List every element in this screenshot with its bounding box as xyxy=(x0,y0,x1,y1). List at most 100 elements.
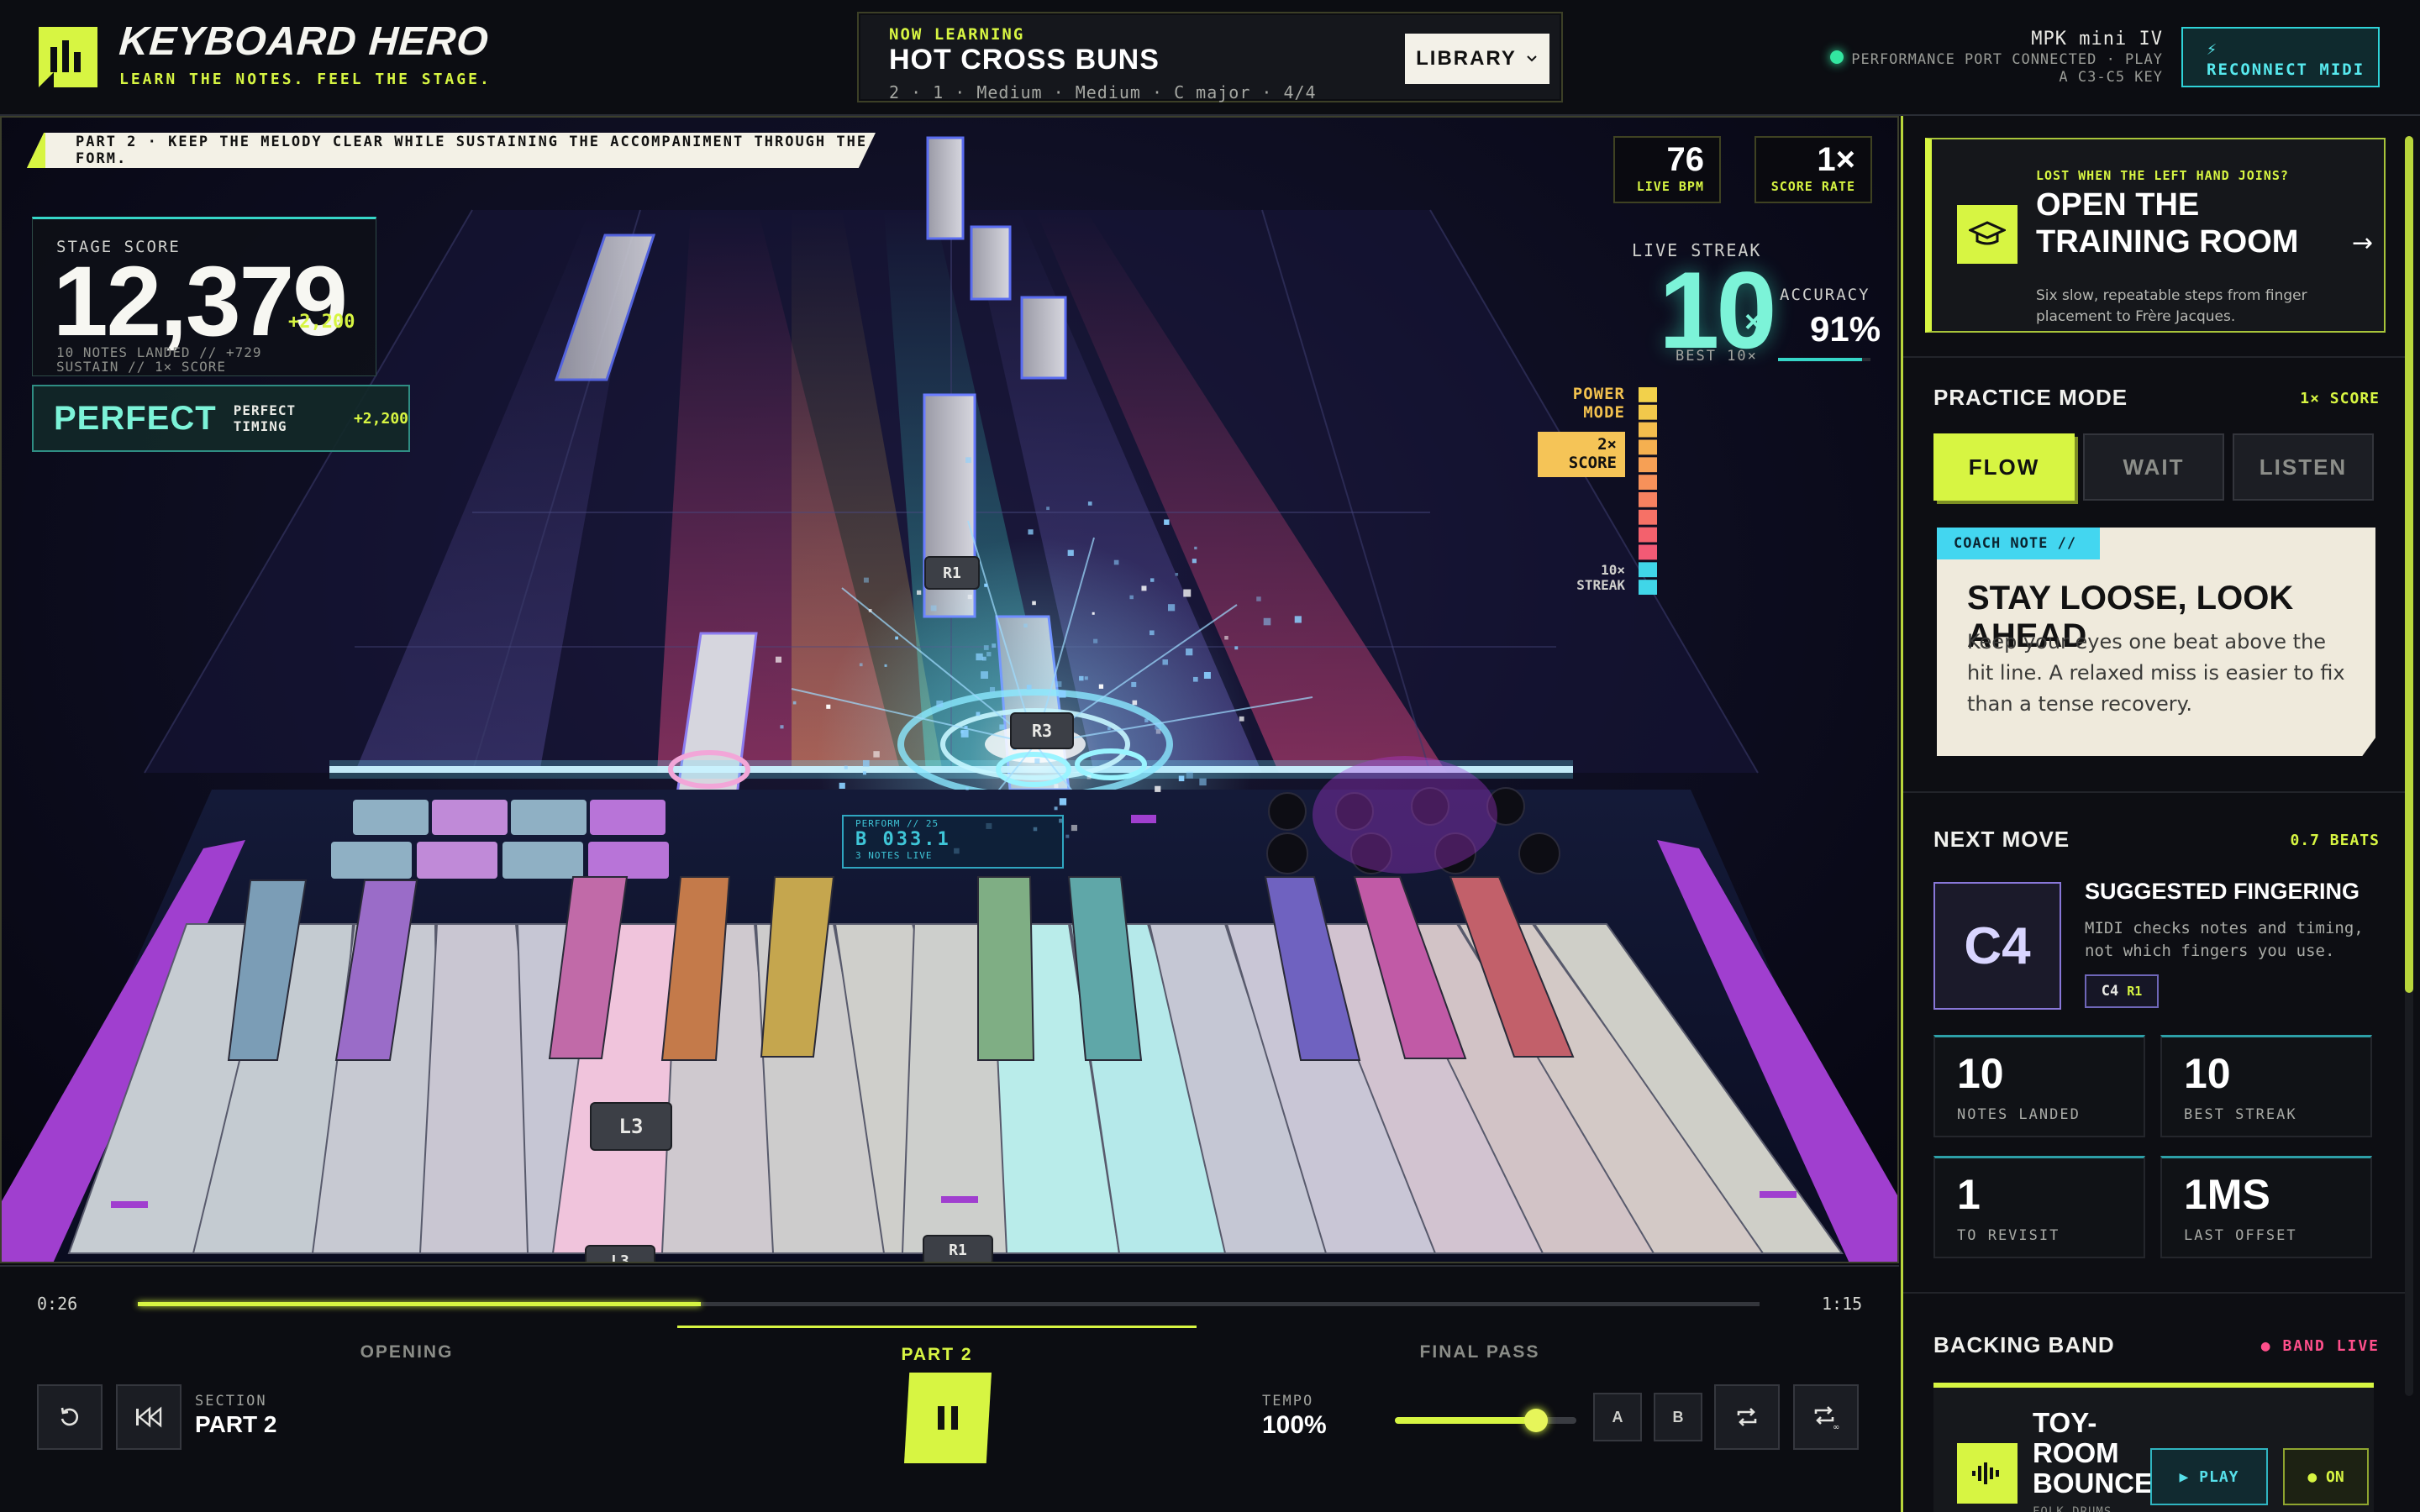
hit-particle xyxy=(1150,630,1155,636)
loop-infinite-icon: ∞ xyxy=(1814,1406,1839,1431)
rewind-button[interactable] xyxy=(116,1384,182,1450)
section-kicker: SECTION xyxy=(195,1393,267,1410)
power-mode-label-line-2: MODE xyxy=(1583,403,1625,422)
now-learning-kicker: NOW LEARNING xyxy=(889,25,1025,44)
power-meter-segment xyxy=(1639,422,1657,438)
band-play-label: PLAY xyxy=(2199,1467,2239,1486)
best-streak: BEST 10× xyxy=(1676,348,1758,365)
lane-label-l3: L3 xyxy=(590,1102,672,1151)
training-room-card[interactable]: LOST WHEN THE LEFT HAND JOINS? OPEN THE … xyxy=(1925,138,2386,333)
restart-button[interactable] xyxy=(37,1384,103,1450)
reconnect-midi-button[interactable]: ⚡ RECONNECT MIDI xyxy=(2181,27,2380,87)
section-tab-opening[interactable]: OPENING xyxy=(138,1326,676,1368)
band-play-button[interactable]: ▶ PLAY xyxy=(2150,1448,2268,1505)
metric-value: 1MS xyxy=(2184,1171,2270,1218)
hit-particle xyxy=(775,656,782,663)
stage-score-card: STAGE SCORE 12,379 +2,200 10 NOTES LANDE… xyxy=(32,217,376,376)
power-meter-segment xyxy=(1639,509,1657,525)
hit-particle xyxy=(965,457,971,464)
hit-particle xyxy=(780,725,784,729)
current-section-name: PART 2 xyxy=(195,1411,277,1437)
arrow-right-icon[interactable]: → xyxy=(2352,228,2373,258)
power-mode-label-line-1: POWER xyxy=(1572,385,1625,403)
band-live-status: ● BAND LIVE xyxy=(2260,1337,2380,1355)
hit-particle xyxy=(1155,722,1161,730)
device-status-line-2: A C3-C5 KEY xyxy=(2059,69,2163,86)
waveform-icon xyxy=(1957,1443,2018,1504)
metric-label: TO REVISIT xyxy=(1957,1227,2060,1244)
metric-value: 1 xyxy=(1957,1171,1981,1218)
power-mode-label: POWER MODE xyxy=(1558,385,1625,422)
hit-particle xyxy=(992,643,997,648)
band-toggle-label: ON xyxy=(2326,1467,2344,1486)
hit-particle xyxy=(1144,718,1149,722)
hit-particle xyxy=(1186,771,1193,779)
next-note-card: C4 xyxy=(1933,882,2061,1010)
power-meter-segment xyxy=(1639,580,1657,595)
hit-particle xyxy=(862,759,870,767)
loop-button[interactable] xyxy=(1714,1384,1780,1450)
performance-stage[interactable]: PART 2 · KEEP THE MELODY CLEAR WHILE SUS… xyxy=(0,116,1899,1263)
reconnect-midi-label: RECONNECT MIDI xyxy=(2207,60,2365,79)
hit-particle xyxy=(1294,616,1302,623)
section-tab-final-pass[interactable]: FINAL PASS xyxy=(1198,1326,1761,1368)
loop-point-a-button[interactable]: A xyxy=(1593,1393,1642,1441)
power-badge-line-2: SCORE xyxy=(1568,454,1617,472)
metric-label: BEST STREAK xyxy=(2184,1106,2297,1123)
hit-particle xyxy=(868,608,872,612)
mode-wait-button[interactable]: WAIT xyxy=(2083,433,2224,501)
tempo-slider[interactable] xyxy=(1395,1409,1576,1432)
band-track-title: TOY-ROOM BOUNCE xyxy=(2033,1407,2154,1499)
hit-particle xyxy=(1234,646,1239,650)
library-button-label: LIBRARY xyxy=(1416,47,1517,70)
accuracy-kicker: ACCURACY xyxy=(1780,286,1870,304)
section-tab-part-2[interactable]: PART 2 xyxy=(677,1326,1197,1368)
loop-infinite-button[interactable]: ∞ xyxy=(1793,1384,1859,1450)
sidebar-scrollbar-thumb[interactable] xyxy=(2405,136,2413,993)
hit-particle xyxy=(967,594,972,600)
hit-particle xyxy=(1071,824,1078,832)
power-multiplier-badge: 2× SCORE xyxy=(1538,432,1625,477)
metric-value: 10 xyxy=(2184,1050,2231,1097)
divider xyxy=(1903,1292,2407,1294)
device-status: PERFORMANCE PORT CONNECTED · PLAY A C3-C… xyxy=(1851,51,2163,87)
pause-button[interactable] xyxy=(904,1373,992,1463)
mode-listen-button[interactable]: LISTEN xyxy=(2233,433,2374,501)
metric-notes-landed: 10 NOTES LANDED xyxy=(1933,1035,2145,1137)
mode-flow-button[interactable]: FLOW xyxy=(1933,433,2075,501)
judgement-label: PERFECT xyxy=(54,399,217,437)
score-rate-label: SCORE RATE xyxy=(1770,179,1855,194)
midi-device-info: MPK mini IV PERFORMANCE PORT CONNECTED ·… xyxy=(1851,29,2163,87)
training-title: OPEN THE TRAINING ROOM xyxy=(2036,187,2299,260)
now-learning-card: NOW LEARNING HOT CROSS BUNS 2 · 1 · Medi… xyxy=(857,12,1563,102)
sidebar-scrollbar[interactable] xyxy=(2405,136,2413,1396)
hit-particle xyxy=(1058,690,1066,698)
hit-particle xyxy=(1224,635,1228,640)
practice-mode-title: PRACTICE MODE xyxy=(1933,385,2128,410)
hit-particle xyxy=(1141,585,1147,591)
backing-band-card: TOY-ROOM BOUNCE FOLK DRUMS ▶ PLAY ● ON xyxy=(1933,1383,2374,1512)
hit-particle xyxy=(1239,716,1244,722)
tempo-slider-thumb[interactable] xyxy=(1524,1409,1549,1432)
suggested-fingering-description: MIDI checks notes and timing, not which … xyxy=(2085,919,2364,960)
hit-particle xyxy=(964,726,968,730)
hit-particle xyxy=(895,636,898,640)
loop-point-b-button[interactable]: B xyxy=(1654,1393,1702,1441)
metric-label: NOTES LANDED xyxy=(1957,1106,2081,1123)
song-progress-track[interactable] xyxy=(138,1302,1760,1306)
library-button[interactable]: LIBRARY xyxy=(1405,34,1549,84)
song-meta: 2 · 1 · Medium · Medium · C major · 4/4 xyxy=(889,82,1317,102)
device-name: MPK mini IV xyxy=(2031,29,2163,50)
song-progress-fill xyxy=(138,1302,701,1306)
top-bar: KEYBOARD HERO LEARN THE NOTES. FEEL THE … xyxy=(0,0,2420,116)
hit-particle xyxy=(1131,681,1137,687)
power-meter xyxy=(1639,387,1657,595)
hit-particle xyxy=(999,724,1005,730)
band-toggle-button[interactable]: ● ON xyxy=(2283,1448,2369,1505)
hit-particle xyxy=(863,577,869,583)
power-meter-segment xyxy=(1639,457,1657,473)
hit-particle xyxy=(844,765,848,769)
band-track-subtitle: FOLK DRUMS xyxy=(2033,1505,2112,1512)
hit-particle xyxy=(859,663,863,667)
hit-particle xyxy=(1067,549,1074,556)
